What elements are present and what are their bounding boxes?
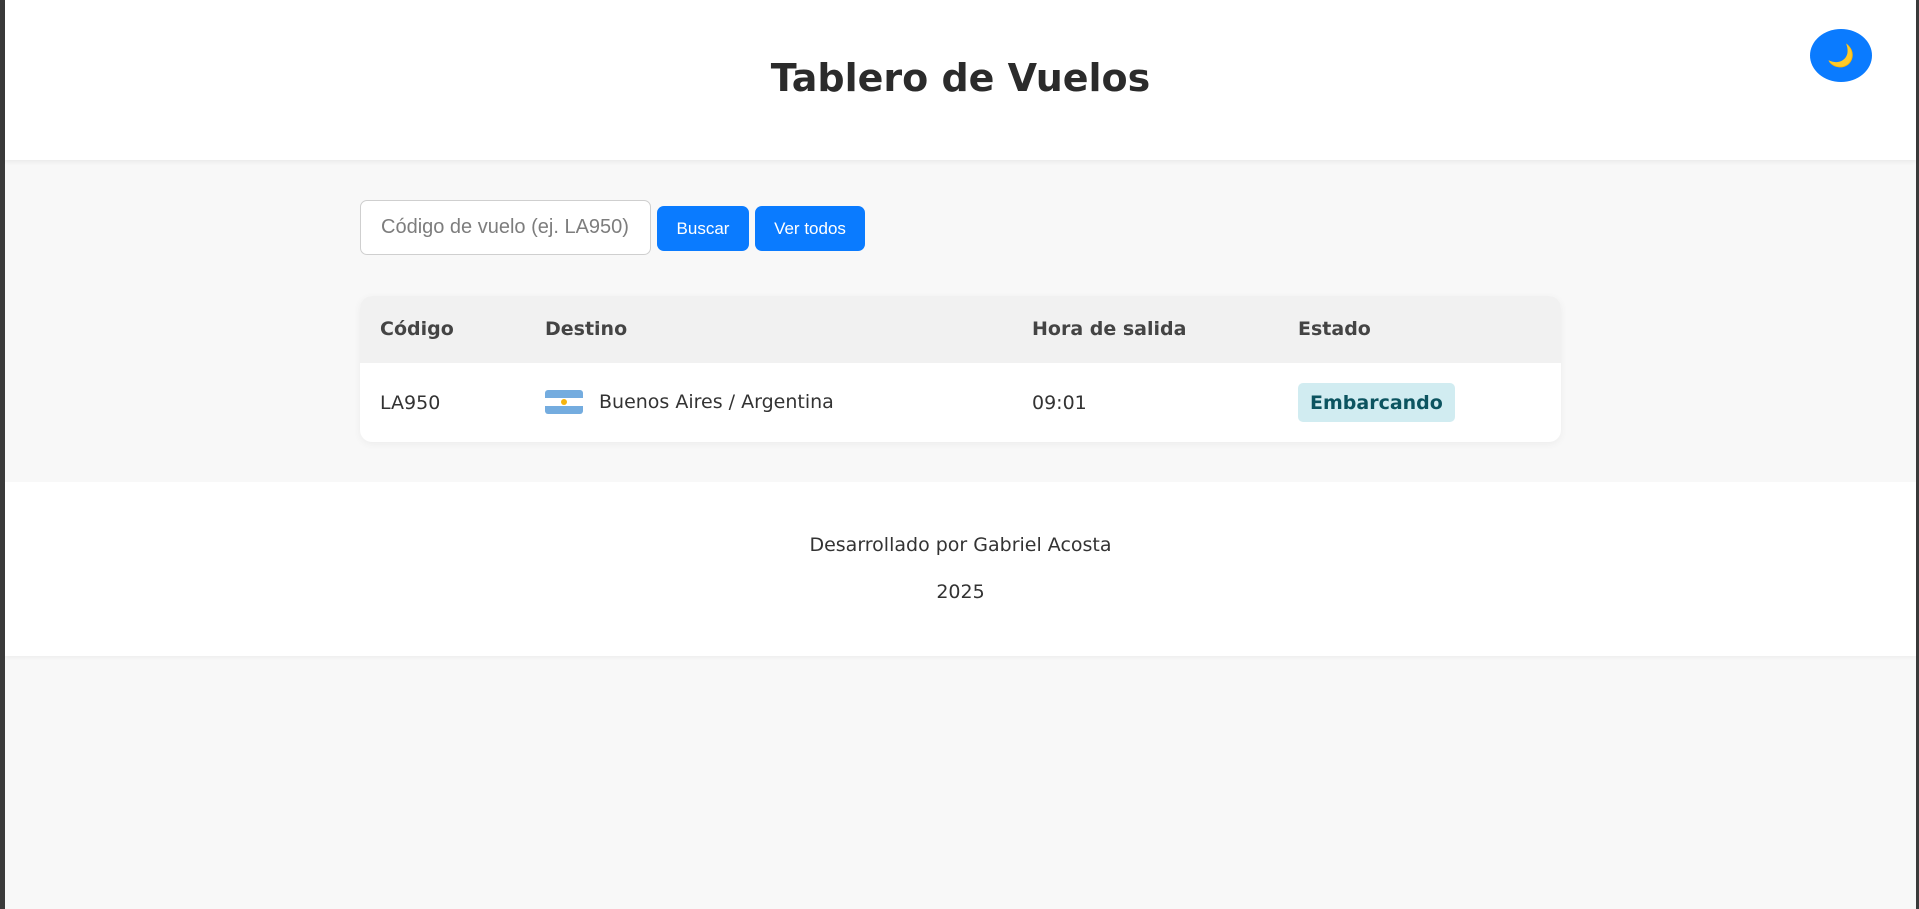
departure-time-cell: 09:01 (1032, 392, 1087, 414)
page-title: Tablero de Vuelos (770, 56, 1151, 100)
column-header-status: Estado (1298, 318, 1371, 340)
view-all-button[interactable]: Ver todos (755, 206, 865, 251)
moon-icon: 🌙 (1827, 42, 1855, 68)
column-header-destination: Destino (545, 318, 628, 340)
theme-toggle-button[interactable]: 🌙 (1810, 29, 1872, 82)
search-button[interactable]: Buscar (657, 206, 749, 251)
table-header-row: Código Destino Hora de salida Estado (360, 296, 1561, 363)
column-header-departure-time: Hora de salida (1032, 318, 1187, 340)
footer-credit: Desarrollado por Gabriel Acosta (809, 534, 1112, 556)
footer-year: 2025 (936, 581, 985, 603)
flight-code-cell: LA950 (380, 392, 441, 414)
flights-table: Código Destino Hora de salida Estado LA9… (360, 296, 1561, 442)
page-footer: Desarrollado por Gabriel Acosta 2025 (5, 482, 1916, 656)
column-header-code: Código (380, 318, 454, 340)
destination-text: Buenos Aires / Argentina (599, 391, 834, 413)
status-badge: Embarcando (1298, 383, 1455, 422)
destination-cell: Buenos Aires / Argentina (545, 390, 834, 414)
flight-code-search-input[interactable] (360, 200, 651, 255)
page-header: Tablero de Vuelos 🌙 (5, 0, 1916, 160)
argentina-flag-icon (545, 390, 583, 414)
